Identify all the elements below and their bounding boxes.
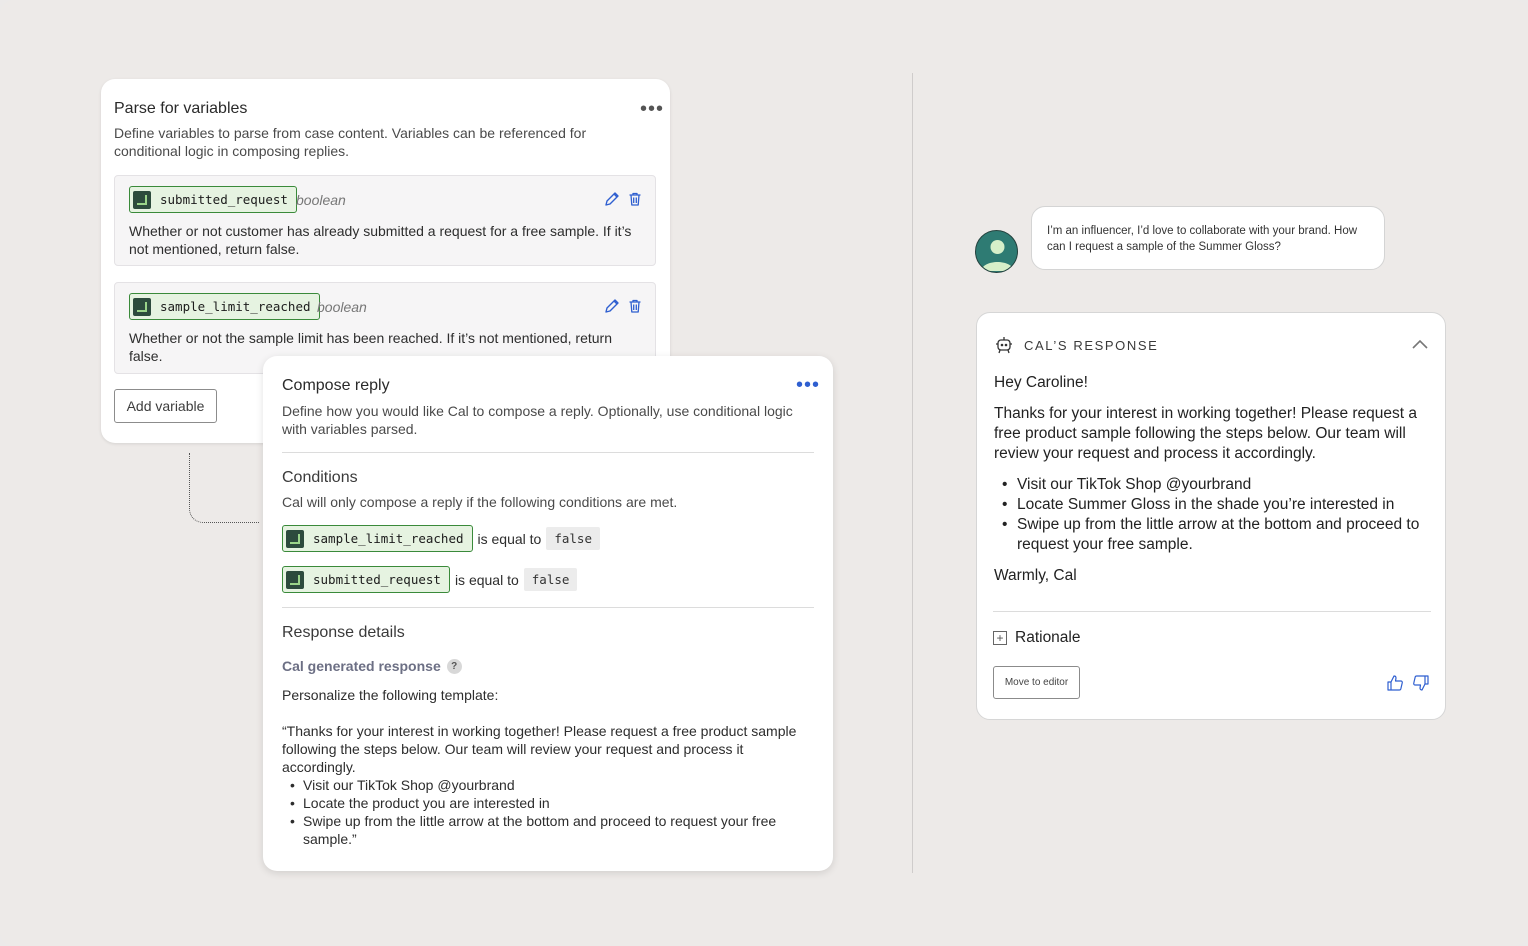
variable-icon <box>133 190 151 209</box>
edit-pencil-icon[interactable] <box>604 191 620 207</box>
condition-row[interactable]: submitted_request is equal to false <box>282 566 578 593</box>
cal-response-card: CAL’S RESPONSE Hey Caroline! Thanks for … <box>976 312 1446 720</box>
template-intro: Personalize the following template: <box>282 687 499 703</box>
help-icon[interactable]: ? <box>446 658 462 674</box>
variable-name: submitted_request <box>313 572 441 587</box>
parse-card-description: Define variables to parse from case cont… <box>114 125 587 159</box>
variable-type: boolean <box>296 192 346 208</box>
expand-plus-icon: + <box>993 631 1007 645</box>
variable-chip: submitted_request <box>129 186 297 213</box>
variable-chip: sample_limit_reached <box>129 293 320 320</box>
generated-response-label: Cal generated response ? <box>282 658 462 674</box>
response-steps: Visit our TikTok Shop @yourbrand Locate … <box>1002 475 1434 555</box>
condition-operator: is equal to <box>477 530 542 547</box>
variable-chip: sample_limit_reached <box>282 525 473 552</box>
delete-trash-icon[interactable] <box>627 298 643 314</box>
add-variable-button[interactable]: Add variable <box>114 389 217 423</box>
thumbs-up-icon[interactable] <box>1386 674 1404 692</box>
parse-more-icon[interactable]: ••• <box>640 99 664 119</box>
condition-value: false <box>546 527 600 550</box>
template-list-item: Swipe up from the little arrow at the bo… <box>290 812 812 848</box>
delete-trash-icon[interactable] <box>627 191 643 207</box>
condition-operator: is equal to <box>454 571 519 588</box>
variable-chip: submitted_request <box>282 566 450 593</box>
rationale-label: Rationale <box>1015 629 1081 646</box>
template-paragraph: “Thanks for your interest in working tog… <box>282 723 797 775</box>
response-step: Visit our TikTok Shop @yourbrand <box>1002 475 1434 495</box>
section-divider <box>282 452 814 453</box>
avatar <box>975 230 1018 273</box>
compose-reply-card: Compose reply ••• Define how you would l… <box>263 356 833 871</box>
chevron-up-icon[interactable] <box>1411 338 1429 350</box>
cal-robot-icon <box>996 337 1012 354</box>
compose-card-title: Compose reply <box>282 377 390 394</box>
customer-message-bubble: I’m an influencer, I’d love to collabora… <box>1031 206 1385 270</box>
move-to-editor-button[interactable]: Move to editor <box>993 666 1080 699</box>
template-list-item: Locate the product you are interested in <box>290 794 812 812</box>
variable-icon <box>133 297 151 316</box>
conditions-title: Conditions <box>282 469 358 486</box>
variable-icon <box>286 529 304 548</box>
conditions-description: Cal will only compose a reply if the fol… <box>282 494 678 510</box>
variable-type: boolean <box>317 299 367 315</box>
generated-response-text: Cal generated response <box>282 658 441 674</box>
response-paragraph: Thanks for your interest in working toge… <box>994 405 1418 462</box>
variable-name: sample_limit_reached <box>160 299 311 314</box>
variable-name: submitted_request <box>160 192 288 207</box>
edit-pencil-icon[interactable] <box>604 298 620 314</box>
response-step: Locate Summer Gloss in the shade you’re … <box>1002 495 1434 515</box>
thumbs-down-icon[interactable] <box>1412 674 1430 692</box>
variable-name: sample_limit_reached <box>313 531 464 546</box>
response-header-label: CAL’S RESPONSE <box>1024 337 1159 353</box>
response-details-title: Response details <box>282 624 405 641</box>
template-body: “Thanks for your interest in working tog… <box>282 722 812 848</box>
response-divider <box>993 611 1431 612</box>
response-step: Swipe up from the little arrow at the bo… <box>1002 515 1434 555</box>
vertical-divider <box>912 73 913 873</box>
variable-icon <box>286 570 304 589</box>
dotted-connector <box>189 453 259 523</box>
variable-description: Whether or not customer has already subm… <box>129 223 632 257</box>
condition-value: false <box>523 568 578 591</box>
response-body: Hey Caroline! Thanks for your interest i… <box>994 373 1434 597</box>
parse-card-title: Parse for variables <box>114 100 248 117</box>
condition-row[interactable]: sample_limit_reached is equal to false <box>282 525 600 552</box>
compose-more-icon[interactable]: ••• <box>796 375 820 395</box>
section-divider <box>282 607 814 608</box>
response-greeting: Hey Caroline! <box>994 374 1088 391</box>
variable-item: submitted_request boolean Whether or not… <box>114 175 656 266</box>
template-list-item: Visit our TikTok Shop @yourbrand <box>290 776 812 794</box>
user-avatar-icon <box>981 240 1014 271</box>
template-list: Visit our TikTok Shop @yourbrand Locate … <box>290 776 812 848</box>
response-signoff: Warmly, Cal <box>994 567 1077 584</box>
compose-card-description: Define how you would like Cal to compose… <box>282 403 793 437</box>
response-header: CAL’S RESPONSE <box>994 335 1158 355</box>
rationale-toggle[interactable]: + Rationale <box>993 629 1081 647</box>
